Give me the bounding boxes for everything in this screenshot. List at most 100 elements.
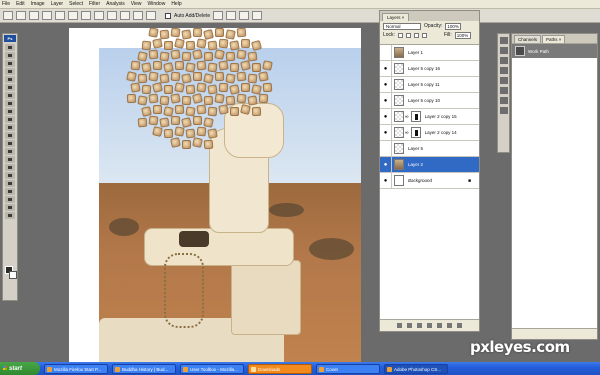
layer-row[interactable]: ● ∞ Layer 2 copy 14 — [380, 124, 479, 141]
rectangle-icon[interactable] — [81, 11, 91, 20]
layer-mask-thumbnail[interactable] — [410, 127, 421, 138]
info-icon[interactable] — [499, 67, 508, 74]
layer-row[interactable]: ● Layer 2 — [380, 156, 479, 173]
brush-tool-icon[interactable] — [5, 100, 15, 107]
blend-mode-select[interactable]: Normal — [383, 22, 421, 30]
layer-row[interactable]: ● Layer 5 copy 16 — [380, 60, 479, 77]
menu-select[interactable]: Select — [69, 0, 83, 9]
layer-style-icon[interactable] — [407, 323, 412, 328]
menu-view[interactable]: View — [131, 0, 142, 9]
subtract-path-icon[interactable] — [226, 11, 237, 20]
taskbar-item[interactable]: Covet — [316, 363, 380, 374]
adjustment-layer-icon[interactable] — [427, 323, 432, 328]
visibility-eye-icon[interactable]: ● — [380, 156, 392, 173]
visibility-eye-icon[interactable] — [380, 44, 392, 61]
layer-row[interactable]: Layer 5 — [380, 140, 479, 157]
move-tool-icon[interactable] — [5, 44, 15, 51]
character-icon[interactable] — [499, 97, 508, 104]
slice-tool-icon[interactable] — [5, 84, 15, 91]
lock-position-icon[interactable] — [413, 32, 419, 38]
dodge-tool-icon[interactable] — [5, 148, 15, 155]
layer-row[interactable]: ● Layer 5 copy 11 — [380, 76, 479, 93]
opacity-input[interactable]: 100% — [445, 22, 462, 30]
healing-brush-icon[interactable] — [5, 92, 15, 99]
eyedropper-tool-icon[interactable] — [5, 196, 15, 203]
zoom-tool-icon[interactable] — [5, 212, 15, 219]
fill-pixels-icon[interactable] — [42, 11, 52, 20]
start-button[interactable]: start — [0, 362, 40, 375]
gradient-tool-icon[interactable] — [5, 132, 15, 139]
tab-channels[interactable]: Channels — [514, 35, 542, 43]
line-icon[interactable] — [133, 11, 143, 20]
layer-mask-thumbnail[interactable] — [410, 111, 421, 122]
history-icon[interactable] — [499, 37, 508, 44]
visibility-eye-icon[interactable]: ● — [380, 108, 392, 125]
visibility-eye-icon[interactable]: ● — [380, 76, 392, 93]
taskbar-item[interactable]: Adobe Photoshop CS... — [384, 363, 448, 374]
tab-layers[interactable]: Layers × — [382, 13, 410, 21]
hand-tool-icon[interactable] — [5, 204, 15, 211]
paragraph-icon[interactable] — [499, 107, 508, 114]
pen-tool-icon[interactable] — [5, 156, 15, 163]
quick-select-tool-icon[interactable] — [5, 68, 15, 75]
pen-icon[interactable] — [55, 11, 65, 20]
path-row[interactable]: Work Path — [512, 44, 597, 58]
visibility-eye-icon[interactable]: ● — [380, 172, 392, 189]
brushes-icon[interactable] — [499, 77, 508, 84]
layer-row[interactable]: ● Background ■ — [380, 172, 479, 189]
polygon-icon[interactable] — [120, 11, 130, 20]
menu-window[interactable]: Window — [148, 0, 166, 9]
type-tool-icon[interactable] — [5, 164, 15, 171]
mask-link-icon[interactable]: ∞ — [405, 114, 409, 120]
taskbar-item[interactable]: Downloads — [248, 363, 312, 374]
fill-input[interactable]: 100% — [454, 31, 471, 39]
history-brush-icon[interactable] — [5, 116, 15, 123]
navigator-icon[interactable] — [499, 57, 508, 64]
visibility-eye-icon[interactable]: ● — [380, 60, 392, 77]
mask-link-icon[interactable]: ∞ — [405, 130, 409, 136]
layer-row[interactable]: Layer 1 — [380, 44, 479, 61]
auto-add-delete-checkbox[interactable] — [165, 12, 171, 19]
layer-row[interactable]: ● Layer 5 copy 10 — [380, 92, 479, 109]
lasso-tool-icon[interactable] — [5, 60, 15, 67]
visibility-eye-icon[interactable] — [380, 140, 392, 157]
taskbar-item[interactable]: Mozilla Firefox Start P... — [44, 363, 108, 374]
add-to-path-icon[interactable] — [213, 11, 224, 20]
menu-filter[interactable]: Filter — [89, 0, 100, 9]
menu-image[interactable]: Image — [31, 0, 45, 9]
lock-all-icon[interactable] — [421, 32, 427, 38]
exclude-path-icon[interactable] — [252, 11, 263, 20]
shape-layers-icon[interactable] — [16, 11, 26, 20]
menu-analysis[interactable]: Analysis — [106, 0, 125, 9]
crop-tool-icon[interactable] — [5, 76, 15, 83]
eraser-tool-icon[interactable] — [5, 124, 15, 131]
menu-layer[interactable]: Layer — [51, 0, 64, 9]
lock-image-icon[interactable] — [405, 32, 411, 38]
menu-help[interactable]: Help — [171, 0, 181, 9]
tab-paths[interactable]: Paths × — [542, 35, 566, 43]
freeform-pen-icon[interactable] — [68, 11, 78, 20]
taskbar-item[interactable]: User Toolbox - Mozilla... — [180, 363, 244, 374]
layer-row[interactable]: ● ∞ Layer 2 copy 15 — [380, 108, 479, 125]
menu-edit[interactable]: Edit — [16, 0, 25, 9]
link-layers-icon[interactable] — [397, 323, 402, 328]
clone-source-icon[interactable] — [499, 87, 508, 94]
shape-tool-icon[interactable] — [5, 180, 15, 187]
actions-icon[interactable] — [499, 47, 508, 54]
blur-tool-icon[interactable] — [5, 140, 15, 147]
marquee-tool-icon[interactable] — [5, 52, 15, 59]
trash-icon[interactable] — [457, 323, 462, 328]
intersect-path-icon[interactable] — [239, 11, 250, 20]
menu-file[interactable]: File — [2, 0, 10, 9]
custom-shape-icon[interactable] — [146, 11, 156, 20]
new-group-icon[interactable] — [437, 323, 442, 328]
pen-tool-preset-icon[interactable] — [3, 11, 13, 20]
paths-mode-icon[interactable] — [29, 11, 39, 20]
add-mask-icon[interactable] — [417, 323, 422, 328]
document-canvas[interactable] — [69, 28, 361, 362]
taskbar-item[interactable]: Buddha History | Bud... — [112, 363, 176, 374]
rounded-rectangle-icon[interactable] — [94, 11, 104, 20]
background-color-swatch[interactable] — [9, 271, 17, 279]
new-layer-icon[interactable] — [447, 323, 452, 328]
visibility-eye-icon[interactable]: ● — [380, 92, 392, 109]
